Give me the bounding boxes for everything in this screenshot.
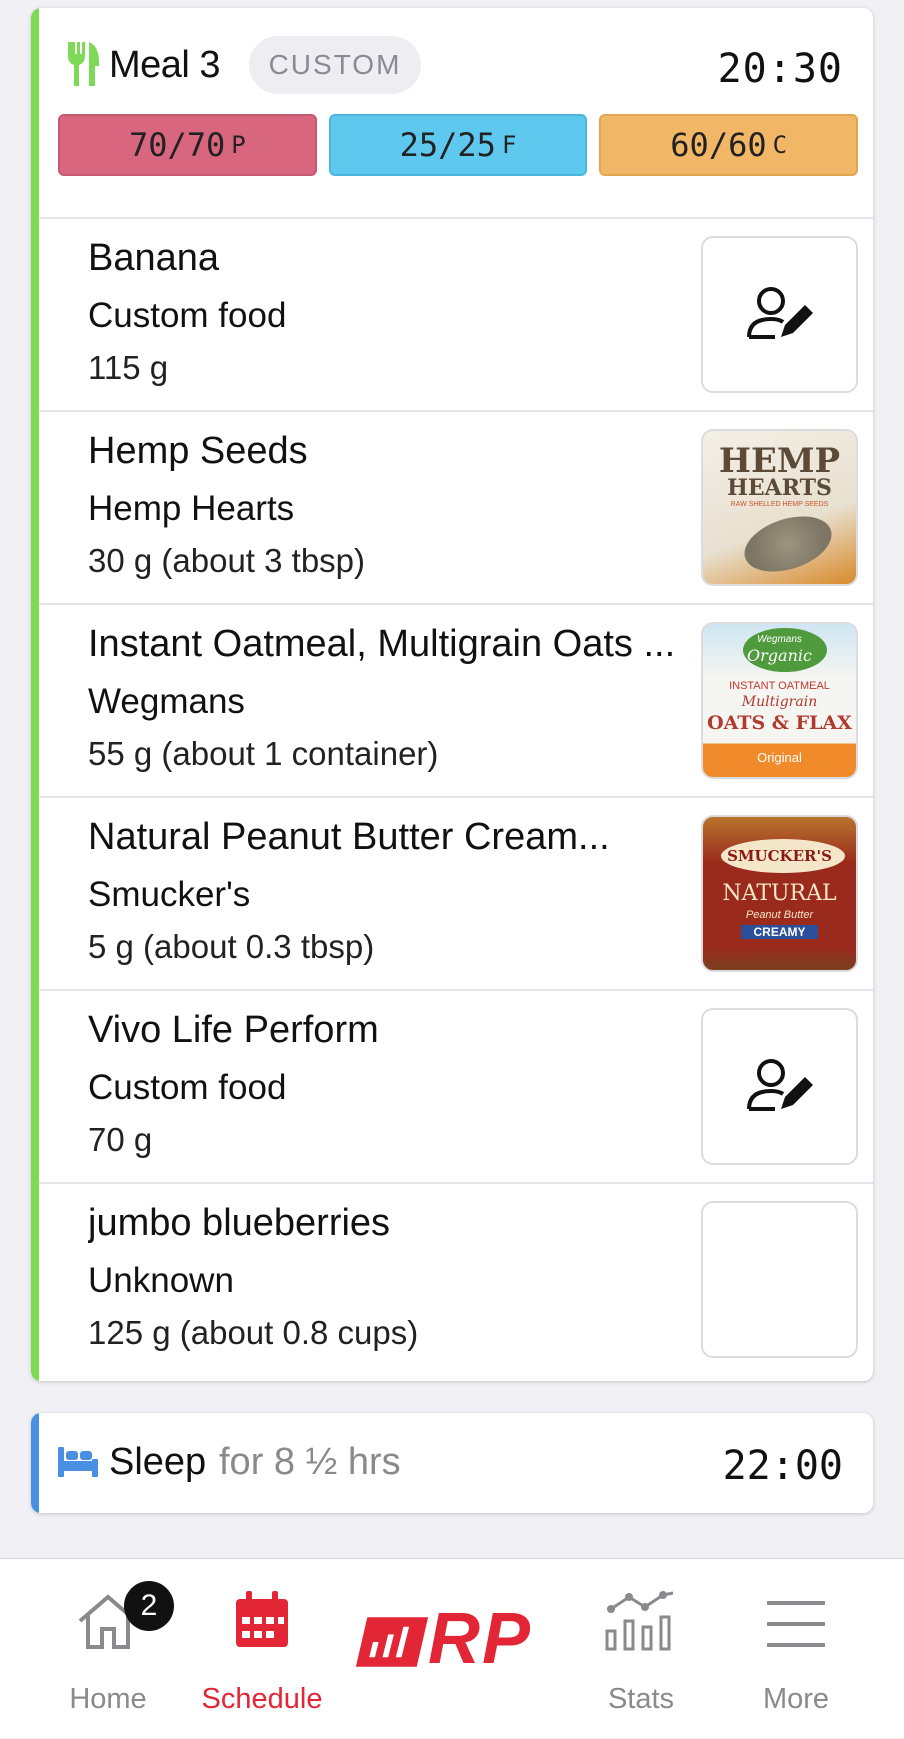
food-row-peanut-butter[interactable]: Natural Peanut Butter Cream... Smucker's… xyxy=(39,796,873,989)
product-label: OATS & FLAX xyxy=(707,712,852,734)
tab-label-stats: Stats xyxy=(607,1683,675,1715)
macro-bar: 70/70 P 25/25 F 60/60 C xyxy=(58,114,859,176)
carbs-macro: 60/60 C xyxy=(599,114,859,176)
spoon-image xyxy=(737,506,839,582)
custom-chip: CUSTOM xyxy=(249,36,421,94)
sleep-duration: for 8 ½ hrs xyxy=(219,1441,401,1483)
product-label: SMUCKER'S xyxy=(727,847,832,865)
food-name: Hemp Seeds xyxy=(88,430,308,472)
tab-label-home: Home xyxy=(69,1683,147,1715)
sleep-time[interactable]: 22:00 xyxy=(723,1443,843,1489)
food-name: Natural Peanut Butter Cream... xyxy=(88,816,610,858)
food-row-vivo-life-perform[interactable]: Vivo Life Perform Custom food 70 g xyxy=(39,989,873,1182)
fork-knife-icon xyxy=(68,42,99,86)
food-row-banana[interactable]: Banana Custom food 115 g xyxy=(39,217,873,410)
carbs-value: 60/60 xyxy=(670,126,767,164)
tab-stats[interactable]: Stats xyxy=(566,1559,716,1739)
food-amount: 70 g xyxy=(88,1121,153,1158)
tab-label-schedule: Schedule xyxy=(201,1683,323,1715)
tab-schedule[interactable]: Schedule xyxy=(186,1559,338,1739)
custom-food-icon xyxy=(746,1058,813,1111)
food-name: jumbo blueberries xyxy=(88,1202,391,1244)
product-label: INSTANT OATMEAL xyxy=(729,680,830,692)
protein-unit: P xyxy=(231,131,246,159)
food-list: Banana Custom food 115 g Hemp Seeds Hemp… xyxy=(39,217,873,1375)
food-brand: Wegmans xyxy=(88,682,245,721)
rp-logo-bars xyxy=(355,1617,429,1667)
product-label: RAW SHELLED HEMP SEEDS xyxy=(730,501,829,508)
product-label: CREAMY xyxy=(741,925,818,939)
tab-label-more: More xyxy=(762,1683,830,1715)
tab-home[interactable]: 2 Home xyxy=(40,1559,176,1739)
product-label: NATURAL xyxy=(722,881,837,906)
meal-card[interactable]: Meal 3 CUSTOM 20:30 70/70 P 25/25 F 60/60 C… xyxy=(31,8,873,1381)
food-amount: 125 g (about 0.8 cups) xyxy=(88,1314,419,1351)
meal-header: Meal 3 CUSTOM 20:30 70/70 P 25/25 F 60/60 C xyxy=(39,8,873,209)
notification-badge: 2 xyxy=(124,1581,174,1631)
food-row-instant-oatmeal[interactable]: Instant Oatmeal, Multigrain Oats ... Weg… xyxy=(39,603,873,796)
food-thumbnail[interactable] xyxy=(701,1008,858,1165)
carbs-unit: C xyxy=(772,131,788,159)
food-amount: 5 g (about 0.3 tbsp) xyxy=(88,928,375,965)
food-thumbnail[interactable]: HEMP HEARTS RAW SHELLED HEMP SEEDS xyxy=(701,429,858,586)
sleep-accent-bar xyxy=(31,1413,39,1513)
food-amount: 30 g (about 3 tbsp) xyxy=(88,542,366,579)
bed-icon xyxy=(58,1447,98,1477)
product-label: HEARTS xyxy=(727,475,832,501)
sleep-label: Sleep xyxy=(109,1441,207,1483)
meal-accent-bar xyxy=(31,8,39,1381)
food-amount: 55 g (about 1 container) xyxy=(88,735,439,772)
sleep-card[interactable]: Sleep for 8 ½ hrs 22:00 xyxy=(31,1413,873,1513)
product-label: Organic xyxy=(747,646,812,665)
stats-icon xyxy=(605,1591,674,1651)
rp-logo-text: RP xyxy=(428,1599,533,1679)
food-thumbnail-empty[interactable] xyxy=(701,1201,858,1358)
protein-macro: 70/70 P xyxy=(58,114,317,176)
food-amount: 115 g xyxy=(88,349,169,386)
bottom-tab-bar: 2 Home Schedule RP Stats More xyxy=(0,1558,904,1738)
tab-more[interactable]: More xyxy=(726,1559,866,1739)
product-label: Peanut Butter xyxy=(745,909,814,921)
product-label: Original xyxy=(757,750,802,765)
custom-food-icon xyxy=(746,286,813,339)
food-brand: Custom food xyxy=(88,296,287,335)
fat-value: 25/25 xyxy=(399,126,496,164)
food-brand: Smucker's xyxy=(88,875,251,914)
product-label: Wegmans xyxy=(757,634,802,645)
food-name: Banana xyxy=(88,237,220,279)
rp-logo: RP xyxy=(354,1603,552,1677)
hemp-hearts-product-image: HEMP HEARTS RAW SHELLED HEMP SEEDS xyxy=(703,431,856,584)
menu-icon xyxy=(767,1601,825,1647)
product-label: Multigrain xyxy=(741,694,818,710)
food-row-hemp-seeds[interactable]: Hemp Seeds Hemp Hearts 30 g (about 3 tbs… xyxy=(39,410,873,603)
protein-value: 70/70 xyxy=(128,126,226,164)
food-thumbnail[interactable] xyxy=(701,236,858,393)
food-row-jumbo-blueberries[interactable]: jumbo blueberries Unknown 125 g (about 0… xyxy=(39,1182,873,1375)
food-brand: Hemp Hearts xyxy=(88,489,295,528)
calendar-icon xyxy=(236,1591,288,1647)
food-brand: Unknown xyxy=(88,1261,234,1300)
fat-unit: F xyxy=(501,131,517,159)
food-brand: Custom food xyxy=(88,1068,287,1107)
fat-macro: 25/25 F xyxy=(328,114,588,176)
peanut-butter-product-image: SMUCKER'S NATURAL Peanut Butter CREAMY xyxy=(703,817,856,970)
food-thumbnail[interactable]: SMUCKER'S NATURAL Peanut Butter CREAMY xyxy=(701,815,858,972)
food-name: Vivo Life Perform xyxy=(88,1009,379,1051)
meal-time[interactable]: 20:30 xyxy=(718,46,843,92)
oatmeal-product-image: Wegmans Organic INSTANT OATMEAL Multigra… xyxy=(703,624,856,777)
tab-rp-logo[interactable]: RP xyxy=(350,1559,556,1739)
food-thumbnail[interactable]: Wegmans Organic INSTANT OATMEAL Multigra… xyxy=(701,622,858,779)
meal-title: Meal 3 xyxy=(109,44,221,86)
food-name: Instant Oatmeal, Multigrain Oats ... xyxy=(88,623,676,665)
